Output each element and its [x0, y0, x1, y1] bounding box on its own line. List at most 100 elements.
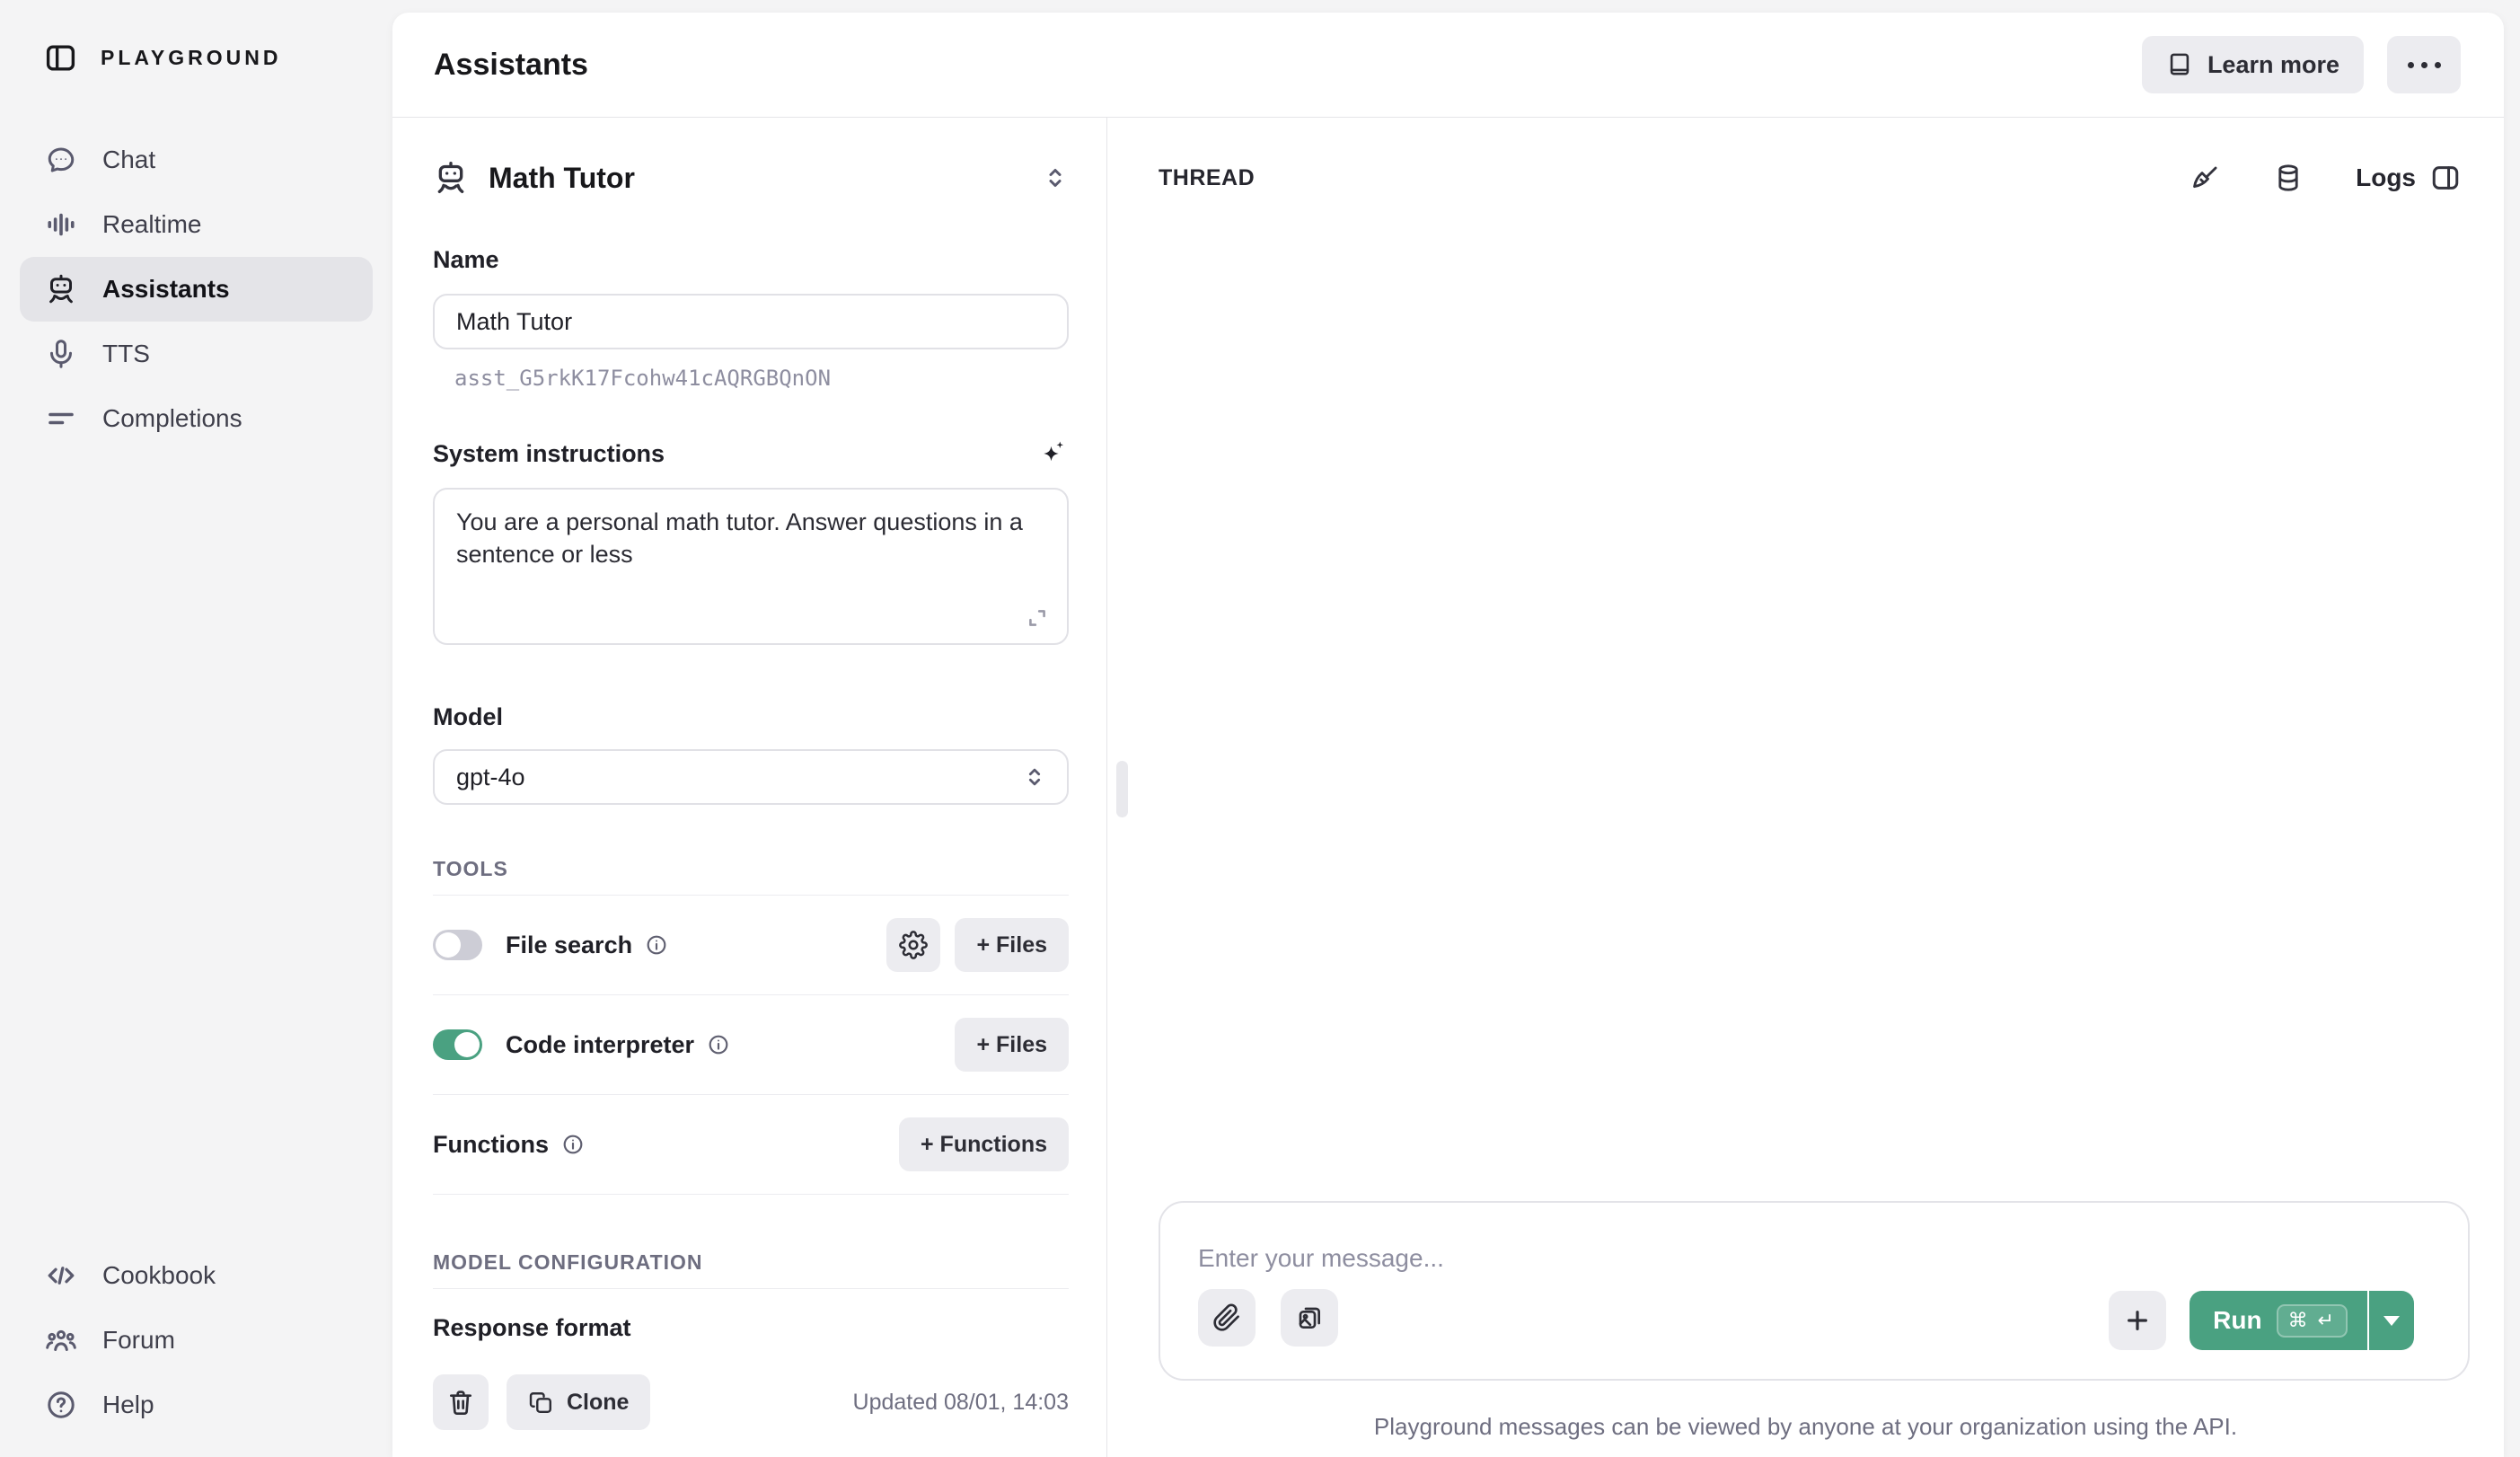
file-search-add-files-button[interactable]: + Files: [955, 918, 1069, 972]
info-icon[interactable]: [645, 933, 668, 957]
message-placeholder: Enter your message...: [1198, 1244, 1444, 1272]
sidebar-item-forum[interactable]: Forum: [20, 1308, 373, 1373]
tool-row-functions: Functions + Functions: [433, 1095, 1069, 1194]
database-icon[interactable]: [2273, 163, 2304, 193]
robot-icon: [45, 273, 77, 305]
thread-panel: THREAD Logs Enter your message... Run ⌘ …: [1107, 118, 2504, 1457]
divider: [433, 1194, 1069, 1195]
logs-panel-icon: [2430, 163, 2461, 193]
divider: [433, 1288, 1069, 1289]
attach-image-button[interactable]: [1281, 1289, 1338, 1347]
sidebar-item-assistants[interactable]: Assistants: [20, 257, 373, 322]
run-label: Run: [2213, 1306, 2262, 1334]
sidebar-item-tts[interactable]: TTS: [20, 322, 373, 386]
file-search-toggle[interactable]: [433, 930, 482, 960]
add-message-button[interactable]: [2109, 1291, 2167, 1350]
tool-label: File search: [506, 931, 633, 958]
assistant-name: Math Tutor: [489, 161, 635, 194]
attach-file-button[interactable]: [1198, 1289, 1256, 1347]
name-input[interactable]: [433, 294, 1069, 349]
more-options-button[interactable]: [2387, 36, 2461, 93]
tools-section-header: TOOLS: [433, 857, 508, 880]
image-icon: [1295, 1303, 1324, 1332]
plus-icon: [2123, 1306, 2152, 1335]
thread-footer-note: Playground messages can be viewed by any…: [1373, 1413, 2238, 1440]
sidebar-item-realtime[interactable]: Realtime: [20, 192, 373, 257]
thread-tools: Logs: [2190, 163, 2461, 193]
page-title: Assistants: [434, 47, 588, 82]
playground-logo[interactable]: PLAYGROUND: [44, 41, 281, 75]
sidebar-nav: Chat Realtime Assistants TTS Completions: [20, 128, 373, 451]
thread-title: THREAD: [1159, 164, 1256, 190]
sidebar-item-chat[interactable]: Chat: [20, 128, 373, 192]
config-bottom-bar: Clone Updated 08/01, 14:03: [392, 1347, 1106, 1457]
chevron-updown-icon: [1022, 764, 1047, 790]
sidebar-item-completions[interactable]: Completions: [20, 386, 373, 451]
run-split-button: Run ⌘ ↵: [2190, 1291, 2414, 1350]
clone-button[interactable]: Clone: [507, 1374, 651, 1430]
functions-label: Functions: [433, 1130, 549, 1158]
lines-icon: [45, 402, 77, 435]
assistant-id: asst_G5rkK17Fcohw41cAQRGBQnON: [454, 366, 832, 391]
sidebar-item-label: Assistants: [102, 275, 230, 303]
main-card: Assistants Learn more Math Tutor Name Ma…: [392, 13, 2504, 1457]
sidebar-item-label: Help: [102, 1391, 154, 1418]
sidebar-item-label: Forum: [102, 1326, 175, 1354]
sidebar: PLAYGROUND Chat Realtime Assistants TTS: [0, 0, 392, 1457]
system-instructions-row: System instructions: [433, 437, 1069, 470]
model-label: Model: [433, 703, 503, 730]
panel-resize-handle[interactable]: [1116, 761, 1128, 817]
info-icon[interactable]: [561, 1133, 585, 1156]
sidebar-item-label: Realtime: [102, 210, 202, 238]
code-icon: [45, 1259, 77, 1292]
logs-toggle[interactable]: Logs: [2356, 163, 2461, 193]
model-config-section-header: MODEL CONFIGURATION: [433, 1250, 703, 1274]
assistant-selector[interactable]: Math Tutor: [433, 160, 1069, 196]
model-select[interactable]: gpt-4o: [433, 749, 1069, 805]
code-interpreter-add-files-button[interactable]: + Files: [955, 1018, 1069, 1072]
microphone-icon: [45, 338, 77, 370]
add-functions-button[interactable]: + Functions: [899, 1117, 1069, 1171]
learn-more-label: Learn more: [2207, 50, 2339, 78]
assistant-config-panel: Math Tutor Name asst_G5rkK17Fcohw41cAQRG…: [392, 118, 1107, 1457]
sidebar-item-help[interactable]: Help: [20, 1373, 373, 1437]
paperclip-icon: [1212, 1303, 1241, 1332]
model-value: gpt-4o: [456, 763, 525, 790]
sidebar-footer-nav: Cookbook Forum Help: [20, 1243, 373, 1437]
info-icon[interactable]: [707, 1033, 730, 1056]
logo-text: PLAYGROUND: [101, 46, 282, 69]
run-shortcut-kbd: ⌘ ↵: [2276, 1303, 2348, 1338]
sidebar-item-label: Cookbook: [102, 1261, 216, 1289]
system-instructions-input[interactable]: You are a personal math tutor. Answer qu…: [433, 488, 1069, 645]
message-composer[interactable]: Enter your message... Run ⌘ ↵: [1159, 1201, 2470, 1381]
run-button[interactable]: Run ⌘ ↵: [2190, 1291, 2367, 1350]
sidebar-item-cookbook[interactable]: Cookbook: [20, 1243, 373, 1308]
sidebar-item-label: TTS: [102, 340, 150, 367]
tool-row-file-search: File search + Files: [433, 896, 1069, 995]
name-label: Name: [433, 246, 499, 273]
file-search-settings-button[interactable]: [886, 918, 941, 972]
page-header: Assistants Learn more: [392, 13, 2504, 118]
delete-assistant-button[interactable]: [433, 1374, 489, 1430]
panels: Math Tutor Name asst_G5rkK17Fcohw41cAQRG…: [392, 118, 2504, 1457]
clone-label: Clone: [567, 1389, 630, 1415]
learn-more-button[interactable]: Learn more: [2141, 36, 2364, 93]
response-format-label: Response format: [433, 1314, 631, 1341]
waveform-icon: [45, 208, 77, 241]
book-icon: [2166, 51, 2194, 79]
sparkle-generate-icon[interactable]: [1036, 437, 1069, 470]
robot-icon: [433, 160, 469, 196]
attach-group: [1198, 1289, 1338, 1347]
logs-label: Logs: [2356, 163, 2416, 191]
expand-icon[interactable]: [1026, 606, 1049, 630]
updated-timestamp: Updated 08/01, 14:03: [852, 1389, 1069, 1415]
tool-label: Code interpreter: [506, 1030, 695, 1058]
run-options-button[interactable]: [2367, 1291, 2414, 1350]
question-circle-icon: [45, 1389, 77, 1421]
chat-bubble-icon: [45, 144, 77, 176]
code-interpreter-toggle[interactable]: [433, 1029, 482, 1060]
people-icon: [45, 1324, 77, 1356]
sidebar-panel-icon: [44, 41, 77, 75]
caret-down-icon: [2383, 1315, 2400, 1326]
broom-clear-icon[interactable]: [2190, 163, 2221, 193]
